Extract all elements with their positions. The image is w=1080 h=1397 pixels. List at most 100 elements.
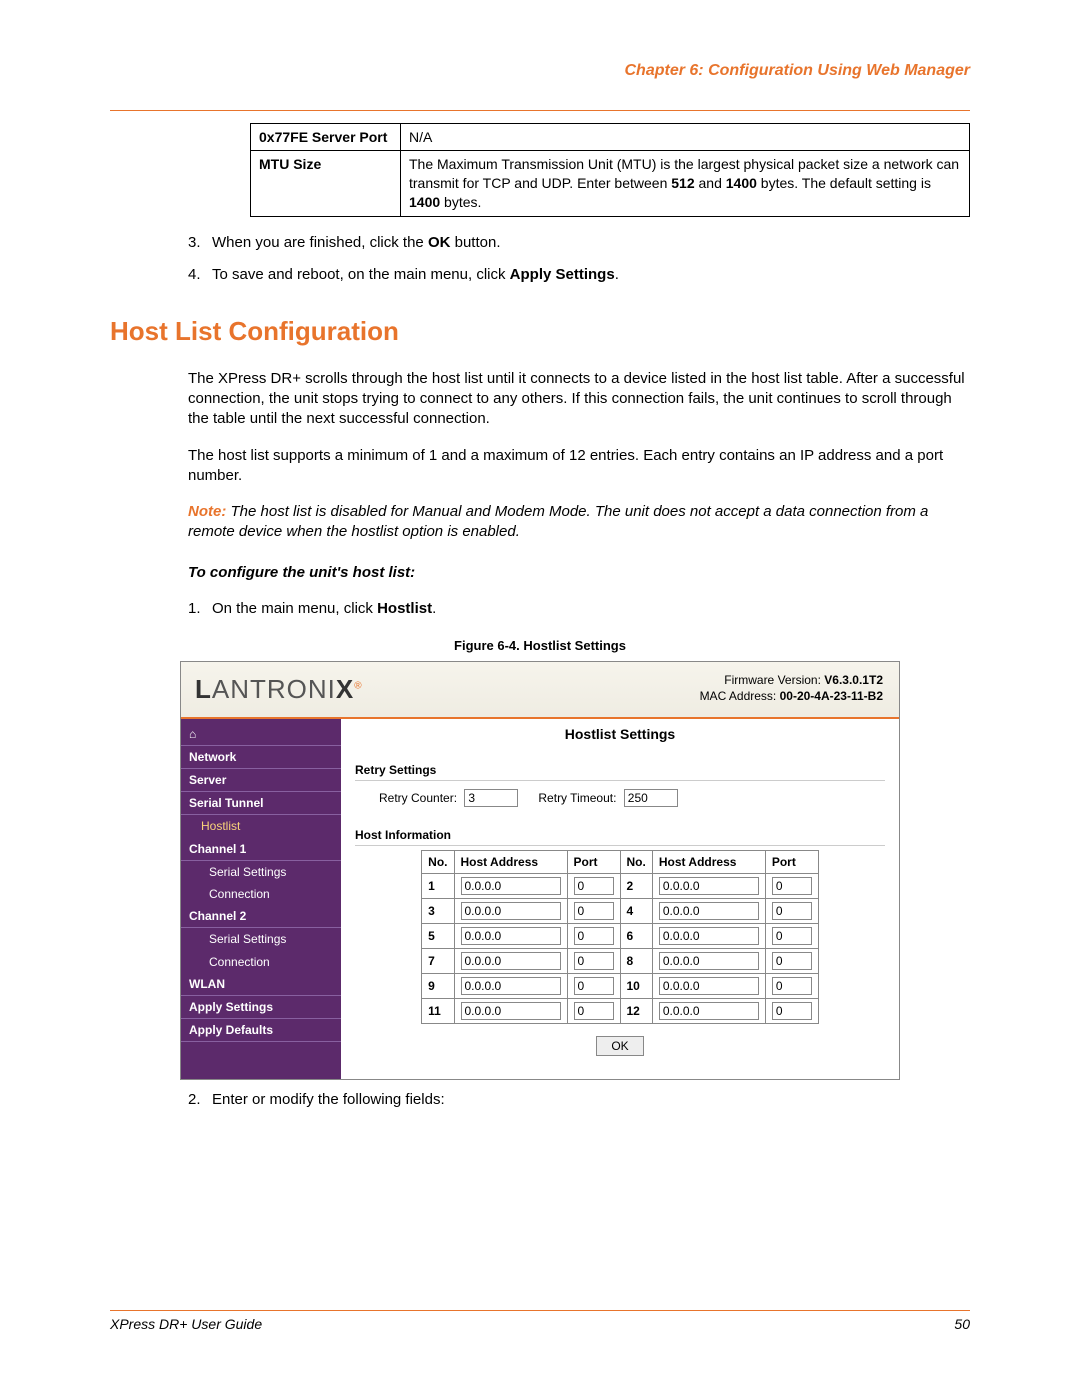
- retry-counter-input[interactable]: [464, 789, 518, 807]
- wm-header-info: Firmware Version: V6.3.0.1T2 MAC Address…: [441, 662, 899, 717]
- note-label: Note:: [188, 503, 226, 520]
- host-address-input[interactable]: [659, 1002, 759, 1020]
- retry-counter-label: Retry Counter:: [379, 791, 457, 805]
- host-no: 11: [422, 999, 454, 1024]
- hosts-table: No. Host Address Port No. Host Address P…: [421, 850, 819, 1024]
- sidebar-item-channel-1[interactable]: Channel 1: [181, 838, 341, 861]
- host-address-input[interactable]: [659, 927, 759, 945]
- sidebar-item-serial-settings[interactable]: Serial Settings: [181, 861, 341, 883]
- sidebar-item-network[interactable]: Network: [181, 746, 341, 769]
- host-port-input[interactable]: [574, 952, 614, 970]
- sidebar-item-hostlist[interactable]: Hostlist: [181, 815, 341, 837]
- sidebar-item-connection[interactable]: Connection: [181, 951, 341, 973]
- wm-header: LANTRONIX® Firmware Version: V6.3.0.1T2 …: [181, 662, 899, 719]
- step-num: 3.: [188, 233, 201, 253]
- wm-page-title: Hostlist Settings: [355, 719, 885, 750]
- steps-after: 2. Enter or modify the following fields:: [188, 1090, 970, 1110]
- web-manager-screenshot: LANTRONIX® Firmware Version: V6.3.0.1T2 …: [180, 661, 900, 1080]
- host-info-heading: Host Information: [355, 821, 885, 846]
- host-address-input[interactable]: [461, 877, 561, 895]
- host-no: 1: [422, 874, 454, 899]
- header-rule: [110, 110, 970, 111]
- col-port: Port: [567, 850, 620, 873]
- col-port: Port: [765, 850, 818, 873]
- host-port-input[interactable]: [772, 952, 812, 970]
- retry-settings-heading: Retry Settings: [355, 756, 885, 781]
- footer-right: 50: [954, 1315, 970, 1334]
- param-value: The Maximum Transmission Unit (MTU) is t…: [401, 151, 970, 217]
- host-address-input[interactable]: [659, 952, 759, 970]
- retry-row: Retry Counter: Retry Timeout:: [355, 781, 885, 815]
- page-footer: XPress DR+ User Guide 50: [110, 1310, 970, 1334]
- host-no: 6: [620, 924, 652, 949]
- figure-caption: Figure 6-4. Hostlist Settings: [110, 637, 970, 655]
- steps-mid: 1. On the main menu, click Hostlist.: [188, 599, 970, 619]
- host-no: 5: [422, 924, 454, 949]
- host-port-input[interactable]: [772, 877, 812, 895]
- footer-left: XPress DR+ User Guide: [110, 1315, 262, 1334]
- host-address-input[interactable]: [461, 927, 561, 945]
- sidebar-item-serial-tunnel[interactable]: Serial Tunnel: [181, 792, 341, 815]
- host-port-input[interactable]: [574, 927, 614, 945]
- host-port-input[interactable]: [574, 977, 614, 995]
- lantronix-logo: LANTRONIX®: [181, 662, 441, 717]
- param-label: MTU Size: [251, 151, 401, 217]
- host-no: 2: [620, 874, 652, 899]
- host-port-input[interactable]: [772, 1002, 812, 1020]
- step-item: 2. Enter or modify the following fields:: [188, 1090, 970, 1110]
- sub-heading: To configure the unit's host list:: [188, 563, 970, 583]
- col-no: No.: [620, 850, 652, 873]
- host-no: 7: [422, 949, 454, 974]
- host-no: 12: [620, 999, 652, 1024]
- steps-top: 3. When you are finished, click the OK b…: [188, 233, 970, 286]
- param-label: 0x77FE Server Port: [251, 123, 401, 151]
- host-address-input[interactable]: [461, 952, 561, 970]
- host-port-input[interactable]: [772, 977, 812, 995]
- sidebar-item-connection[interactable]: Connection: [181, 883, 341, 905]
- step-num: 2.: [188, 1090, 201, 1110]
- host-port-input[interactable]: [772, 927, 812, 945]
- host-address-input[interactable]: [461, 1002, 561, 1020]
- host-address-input[interactable]: [461, 902, 561, 920]
- sidebar-item-server[interactable]: Server: [181, 769, 341, 792]
- host-address-input[interactable]: [659, 902, 759, 920]
- paragraph: The host list supports a minimum of 1 an…: [188, 446, 970, 487]
- step-item: 3. When you are finished, click the OK b…: [188, 233, 970, 253]
- col-addr: Host Address: [454, 850, 567, 873]
- step-item: 4. To save and reboot, on the main menu,…: [188, 265, 970, 285]
- param-value: N/A: [401, 123, 970, 151]
- step-num: 4.: [188, 265, 201, 285]
- host-no: 9: [422, 974, 454, 999]
- sidebar-item-channel-2[interactable]: Channel 2: [181, 905, 341, 928]
- col-no: No.: [422, 850, 454, 873]
- step-item: 1. On the main menu, click Hostlist.: [188, 599, 970, 619]
- section-heading: Host List Configuration: [110, 314, 970, 349]
- host-port-input[interactable]: [574, 902, 614, 920]
- host-no: 3: [422, 899, 454, 924]
- retry-timeout-input[interactable]: [624, 789, 678, 807]
- note-paragraph: Note: The host list is disabled for Manu…: [188, 502, 970, 543]
- sidebar-item-wlan[interactable]: WLAN: [181, 973, 341, 996]
- step-num: 1.: [188, 599, 201, 619]
- retry-timeout-label: Retry Timeout:: [538, 791, 616, 805]
- host-port-input[interactable]: [772, 902, 812, 920]
- host-address-input[interactable]: [659, 877, 759, 895]
- paragraph: The XPress DR+ scrolls through the host …: [188, 369, 970, 430]
- host-address-input[interactable]: [659, 977, 759, 995]
- wm-main: Hostlist Settings Retry Settings Retry C…: [341, 719, 899, 1079]
- host-address-input[interactable]: [461, 977, 561, 995]
- ok-button[interactable]: OK: [596, 1036, 643, 1056]
- wm-sidebar: ⌂ NetworkServerSerial TunnelHostlistChan…: [181, 719, 341, 1079]
- params-table: 0x77FE Server Port N/A MTU Size The Maxi…: [250, 123, 970, 218]
- chapter-header: Chapter 6: Configuration Using Web Manag…: [110, 60, 970, 82]
- home-icon[interactable]: ⌂: [181, 723, 341, 746]
- sidebar-item-serial-settings[interactable]: Serial Settings: [181, 928, 341, 950]
- host-port-input[interactable]: [574, 1002, 614, 1020]
- host-no: 10: [620, 974, 652, 999]
- sidebar-item-apply-settings[interactable]: Apply Settings: [181, 996, 341, 1019]
- host-no: 8: [620, 949, 652, 974]
- sidebar-item-apply-defaults[interactable]: Apply Defaults: [181, 1019, 341, 1042]
- host-port-input[interactable]: [574, 877, 614, 895]
- host-no: 4: [620, 899, 652, 924]
- col-addr: Host Address: [652, 850, 765, 873]
